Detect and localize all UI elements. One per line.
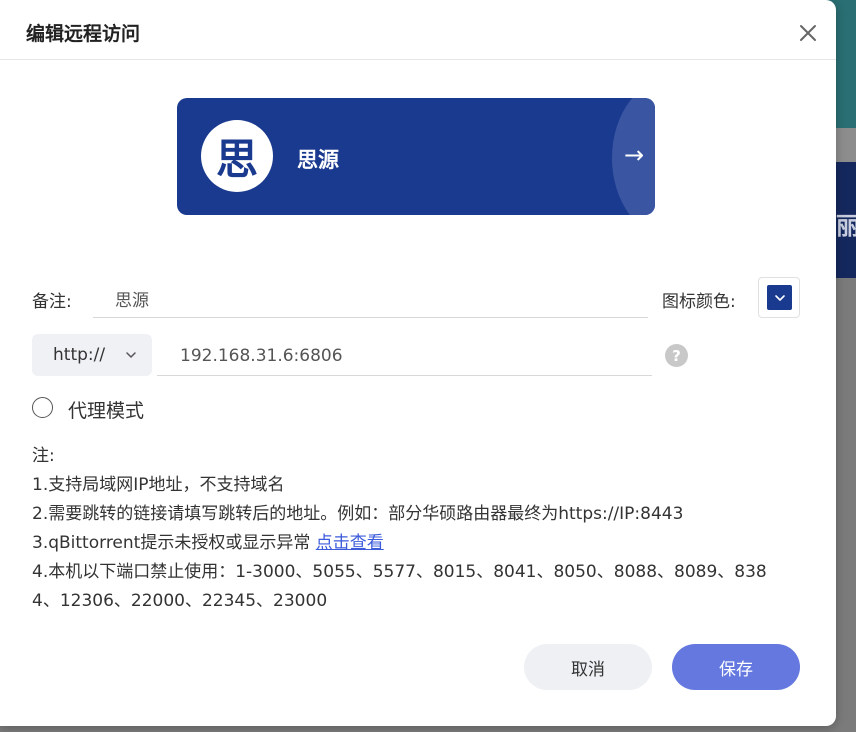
chevron-down-icon xyxy=(774,294,785,301)
dialog-header: 编辑远程访问 xyxy=(0,0,836,60)
help-icon[interactable]: ? xyxy=(665,344,688,367)
edit-remote-access-dialog: 编辑远程访问 思 思源 → 备注: 图标颜色: http:// ? 代 xyxy=(0,0,836,726)
note-line-2: 2.需要跳转的链接请填写跳转后的地址。例如：部分华硕路由器最终为https://… xyxy=(32,504,684,524)
close-icon[interactable] xyxy=(796,21,820,45)
note-line-1: 1.支持局域网IP地址，不支持域名 xyxy=(32,475,285,495)
note-line-4b: 4、12306、22000、22345、23000 xyxy=(32,591,328,611)
protocol-select[interactable]: http:// xyxy=(32,334,152,376)
remark-input[interactable] xyxy=(115,285,635,311)
app-preview-card[interactable]: 思 思源 → xyxy=(177,98,655,215)
icon-color-picker[interactable] xyxy=(758,277,800,318)
app-icon: 思 xyxy=(201,120,273,192)
chevron-down-icon xyxy=(126,352,136,358)
background-fragment-text: 丽 xyxy=(836,212,856,240)
notes-section: 注: 1.支持局域网IP地址，不支持域名 2.需要跳转的链接请填写跳转后的地址。… xyxy=(32,442,802,616)
save-button[interactable]: 保存 xyxy=(672,644,800,690)
icon-color-label: 图标颜色: xyxy=(662,292,736,312)
color-swatch xyxy=(767,285,792,310)
proxy-mode-radio[interactable] xyxy=(32,397,53,418)
view-details-link[interactable]: 点击查看 xyxy=(316,533,384,553)
address-input[interactable] xyxy=(180,343,640,369)
proxy-mode-label[interactable]: 代理模式 xyxy=(68,396,144,423)
note-line-4a: 4.本机以下端口禁止使用：1-3000、5055、5577、8015、8041、… xyxy=(32,562,767,582)
arrow-right-icon[interactable]: → xyxy=(620,140,648,170)
note-line-3: 3.qBittorrent提示未授权或显示异常 点击查看 xyxy=(32,529,802,558)
dialog-title: 编辑远程访问 xyxy=(26,23,141,45)
note-line-3-text: 3.qBittorrent提示未授权或显示异常 xyxy=(32,533,316,553)
address-underline xyxy=(157,375,652,376)
cancel-button[interactable]: 取消 xyxy=(524,644,652,690)
protocol-value: http:// xyxy=(53,345,106,365)
remark-label: 备注: xyxy=(32,292,72,312)
remark-underline xyxy=(93,317,648,318)
app-name: 思源 xyxy=(297,148,339,172)
notes-heading: 注: xyxy=(32,446,55,466)
